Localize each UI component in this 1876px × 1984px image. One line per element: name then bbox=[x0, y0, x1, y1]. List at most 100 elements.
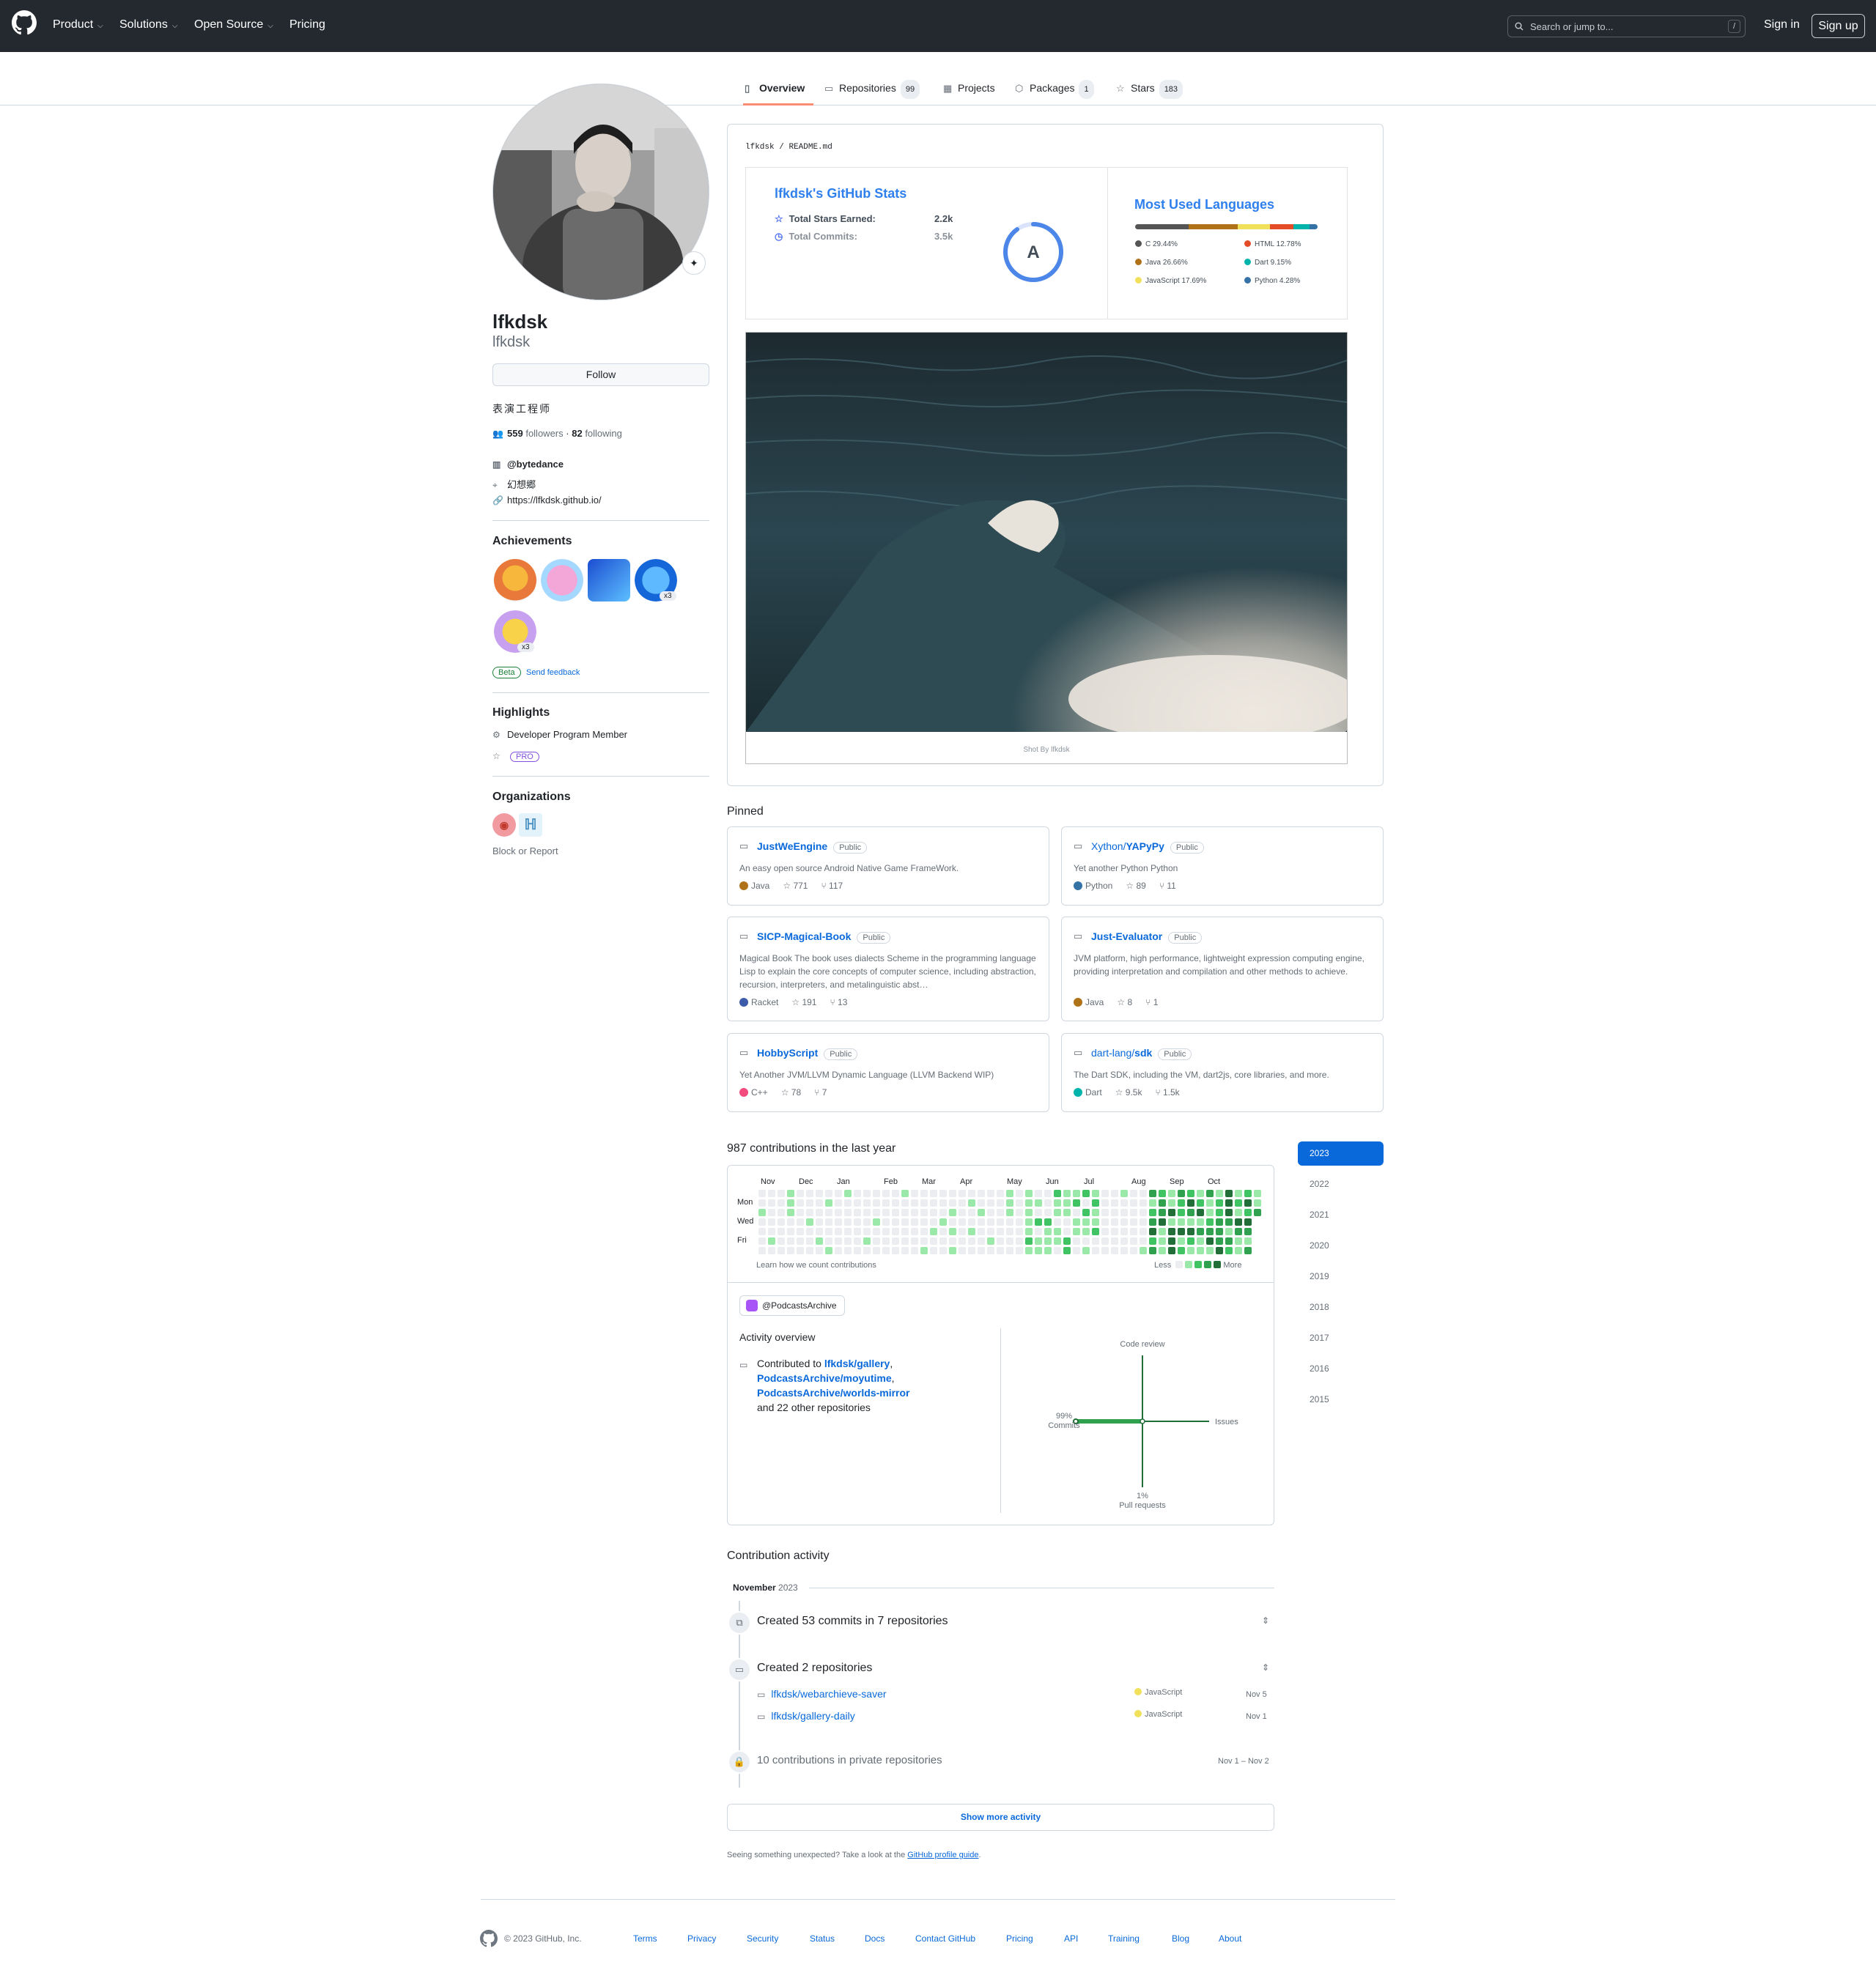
following-link[interactable]: 82 following bbox=[572, 428, 622, 439]
pinned-repo-link[interactable]: SICP-Magical-Book bbox=[757, 930, 851, 942]
contribution-day[interactable] bbox=[778, 1209, 785, 1216]
contribution-day[interactable] bbox=[1111, 1218, 1118, 1226]
website-link[interactable]: https://lfkdsk.github.io/ bbox=[507, 495, 602, 506]
contribution-day[interactable] bbox=[978, 1209, 985, 1216]
sign-in-link[interactable]: Sign in bbox=[1764, 18, 1800, 32]
contribution-day[interactable] bbox=[778, 1190, 785, 1197]
contribution-day[interactable] bbox=[778, 1199, 785, 1207]
contribution-day[interactable] bbox=[1178, 1209, 1185, 1216]
created-repo-link[interactable]: lfkdsk/webarchieve-saver bbox=[771, 1688, 886, 1700]
contribution-day[interactable] bbox=[1178, 1218, 1185, 1226]
contribution-day[interactable] bbox=[768, 1247, 775, 1254]
tab-overview[interactable]: ▯ Overview bbox=[743, 79, 813, 106]
contribution-day[interactable] bbox=[1016, 1218, 1023, 1226]
nav-solutions[interactable]: Solutions ⌵ bbox=[119, 18, 177, 32]
contribution-day[interactable] bbox=[892, 1218, 899, 1226]
followers-link[interactable]: 559 followers bbox=[507, 428, 564, 439]
footer-link-api[interactable]: API bbox=[1064, 1933, 1078, 1944]
contribution-day[interactable] bbox=[920, 1199, 928, 1207]
contribution-day[interactable] bbox=[930, 1247, 937, 1254]
nav-product[interactable]: Product ⌵ bbox=[53, 18, 103, 32]
contribution-day[interactable] bbox=[825, 1247, 832, 1254]
contribution-day[interactable] bbox=[1082, 1218, 1090, 1226]
status-emoji-button[interactable]: ✦ bbox=[682, 251, 706, 275]
contribution-day[interactable] bbox=[816, 1237, 823, 1245]
contribution-day[interactable] bbox=[1159, 1209, 1166, 1216]
contribution-day[interactable] bbox=[930, 1218, 937, 1226]
contribution-day[interactable] bbox=[1035, 1199, 1042, 1207]
contribution-day[interactable] bbox=[1073, 1218, 1080, 1226]
contribution-day[interactable] bbox=[1025, 1190, 1033, 1197]
contribution-day[interactable] bbox=[1082, 1209, 1090, 1216]
contribution-day[interactable] bbox=[863, 1199, 871, 1207]
contribution-day[interactable] bbox=[978, 1247, 985, 1254]
contribution-day[interactable] bbox=[1244, 1190, 1252, 1197]
contribution-day[interactable] bbox=[1092, 1199, 1099, 1207]
contribution-day[interactable] bbox=[1216, 1237, 1223, 1245]
contribution-day[interactable] bbox=[797, 1218, 804, 1226]
contribution-day[interactable] bbox=[1140, 1199, 1147, 1207]
org-avatar-2[interactable]: ℍ bbox=[519, 813, 542, 837]
contribution-day[interactable] bbox=[939, 1237, 947, 1245]
tab-repositories[interactable]: ▭ Repositories 99 bbox=[824, 79, 920, 106]
contribution-day[interactable] bbox=[968, 1209, 975, 1216]
send-feedback-link[interactable]: Send feedback bbox=[526, 668, 580, 677]
contribution-day[interactable] bbox=[1120, 1237, 1128, 1245]
contribution-day[interactable] bbox=[758, 1209, 766, 1216]
contribution-day[interactable] bbox=[1168, 1228, 1175, 1235]
contribution-day[interactable] bbox=[949, 1190, 956, 1197]
contribution-day[interactable] bbox=[959, 1228, 966, 1235]
contribution-day[interactable] bbox=[978, 1218, 985, 1226]
contribution-day[interactable] bbox=[806, 1218, 813, 1226]
contribution-day[interactable] bbox=[1197, 1247, 1204, 1254]
contribution-day[interactable] bbox=[1063, 1228, 1071, 1235]
contribution-day[interactable] bbox=[959, 1209, 966, 1216]
contribution-day[interactable] bbox=[1120, 1218, 1128, 1226]
block-report-link[interactable]: Block or Report bbox=[492, 845, 558, 856]
contribution-day[interactable] bbox=[949, 1247, 956, 1254]
contribution-day[interactable] bbox=[1149, 1247, 1156, 1254]
contribution-day[interactable] bbox=[863, 1247, 871, 1254]
contribution-day[interactable] bbox=[1149, 1199, 1156, 1207]
footer-link-pricing[interactable]: Pricing bbox=[1006, 1933, 1033, 1944]
contribution-day[interactable] bbox=[816, 1190, 823, 1197]
contribution-day[interactable] bbox=[1016, 1190, 1023, 1197]
contribution-day[interactable] bbox=[1216, 1199, 1223, 1207]
contribution-day[interactable] bbox=[1187, 1228, 1194, 1235]
contribution-day[interactable] bbox=[1225, 1209, 1233, 1216]
contribution-day[interactable] bbox=[806, 1190, 813, 1197]
footer-link-status[interactable]: Status bbox=[810, 1933, 835, 1944]
contribution-day[interactable] bbox=[968, 1190, 975, 1197]
pinned-repo-card[interactable]: ▭ Just-Evaluator Public JVM platform, hig… bbox=[1061, 917, 1384, 1021]
contribution-day[interactable] bbox=[949, 1209, 956, 1216]
contribution-day[interactable] bbox=[882, 1247, 890, 1254]
contribution-day[interactable] bbox=[797, 1237, 804, 1245]
contribution-day[interactable] bbox=[1130, 1228, 1137, 1235]
contribution-day[interactable] bbox=[1244, 1199, 1252, 1207]
contribution-day[interactable] bbox=[854, 1199, 861, 1207]
contribution-day[interactable] bbox=[1159, 1218, 1166, 1226]
contribution-day[interactable] bbox=[873, 1247, 880, 1254]
contribution-day[interactable] bbox=[854, 1237, 861, 1245]
contribution-day[interactable] bbox=[1225, 1190, 1233, 1197]
contribution-day[interactable] bbox=[873, 1228, 880, 1235]
contribution-day[interactable] bbox=[1044, 1199, 1052, 1207]
contribution-day[interactable] bbox=[806, 1228, 813, 1235]
contribution-day[interactable] bbox=[1111, 1199, 1118, 1207]
contribution-day[interactable] bbox=[1092, 1218, 1099, 1226]
contribution-day[interactable] bbox=[939, 1209, 947, 1216]
contribution-day[interactable] bbox=[1206, 1228, 1214, 1235]
contribution-day[interactable] bbox=[1197, 1209, 1204, 1216]
contribution-day[interactable] bbox=[882, 1237, 890, 1245]
contribution-day[interactable] bbox=[1120, 1199, 1128, 1207]
footer-link-security[interactable]: Security bbox=[747, 1933, 778, 1944]
contribution-day[interactable] bbox=[1006, 1218, 1013, 1226]
contribution-day[interactable] bbox=[1235, 1209, 1242, 1216]
contribution-day[interactable] bbox=[835, 1209, 842, 1216]
contribution-day[interactable] bbox=[1140, 1218, 1147, 1226]
contribution-day[interactable] bbox=[1235, 1228, 1242, 1235]
contribution-day[interactable] bbox=[787, 1190, 794, 1197]
contribution-day[interactable] bbox=[1206, 1190, 1214, 1197]
contribution-day[interactable] bbox=[835, 1228, 842, 1235]
contribution-day[interactable] bbox=[939, 1218, 947, 1226]
